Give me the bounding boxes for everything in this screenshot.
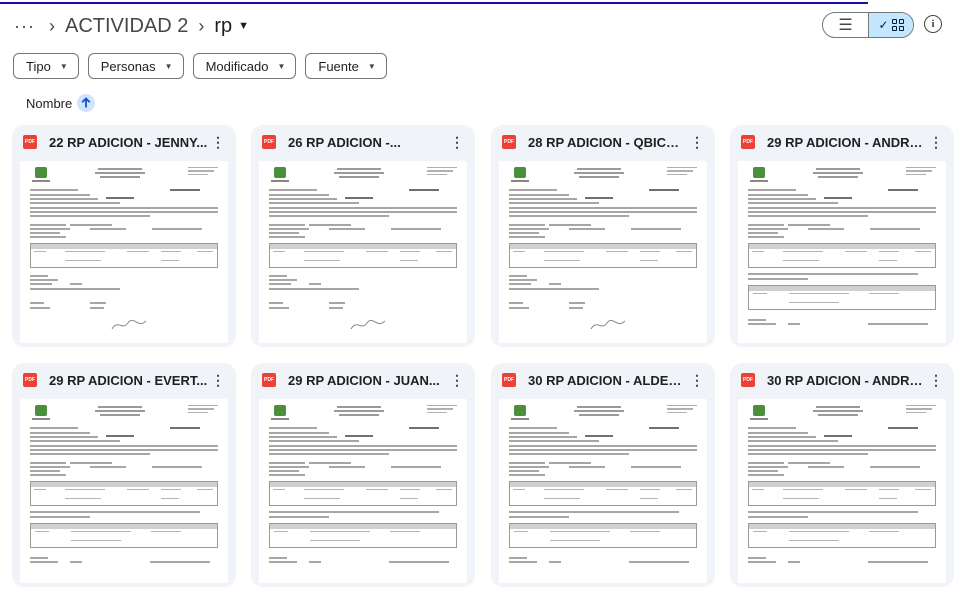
breadcrumb-current-folder[interactable]: rp ▼	[214, 15, 249, 38]
coat-of-arms-icon	[748, 405, 770, 421]
coat-of-arms-icon	[509, 167, 531, 183]
pdf-icon: PDF	[262, 135, 276, 149]
pdf-icon: PDF	[741, 373, 755, 387]
filter-label: Modificado	[205, 58, 269, 74]
view-toggle: ☰ ✓	[822, 12, 914, 38]
filter-type-chip[interactable]: Tipo ▼	[13, 53, 79, 79]
file-name: 29 RP ADICION - JUAN...	[288, 372, 440, 388]
file-thumbnail[interactable]	[738, 161, 946, 343]
caret-down-icon: ▼	[164, 61, 173, 71]
file-card[interactable]: PDF 29 RP ADICION - EVERT... ⋮	[12, 363, 236, 587]
pdf-icon: PDF	[502, 135, 516, 149]
pdf-icon: PDF	[502, 373, 516, 387]
coat-of-arms-icon	[509, 405, 531, 421]
file-card[interactable]: PDF 29 RP ADICION - JUAN... ⋮	[251, 363, 475, 587]
file-thumbnail[interactable]	[259, 161, 467, 343]
grid-view-button[interactable]: ✓	[867, 13, 913, 37]
filter-label: Personas	[100, 58, 156, 74]
breadcrumb-parent-folder[interactable]: ACTIVIDAD 2	[65, 15, 188, 38]
document-preview	[748, 405, 936, 563]
caret-down-icon: ▼	[59, 61, 68, 71]
filter-label: Tipo	[26, 58, 51, 74]
file-card-header: PDF 28 RP ADICION - QBICA.pdf ⋮	[491, 125, 715, 159]
coat-of-arms-icon	[748, 167, 770, 183]
file-thumbnail[interactable]	[20, 161, 228, 343]
file-thumbnail[interactable]	[259, 399, 467, 583]
file-card-header: PDF 22 RP ADICION - JENNY... ⋮	[12, 125, 236, 159]
arrow-up-icon[interactable]	[77, 94, 96, 112]
filter-modified-chip[interactable]: Modificado ▼	[192, 53, 297, 79]
file-name: 26 RP ADICION -...	[288, 134, 401, 150]
file-thumbnail[interactable]	[738, 399, 946, 583]
document-preview	[269, 405, 457, 563]
file-card[interactable]: PDF 22 RP ADICION - JENNY... ⋮	[12, 125, 236, 347]
breadcrumb: ··· › ACTIVIDAD 2 › rp ▼	[10, 12, 249, 40]
more-options-icon[interactable]: ⋮	[447, 372, 467, 389]
pdf-icon: PDF	[23, 373, 37, 387]
pdf-icon: PDF	[23, 135, 37, 149]
coat-of-arms-icon	[269, 167, 291, 183]
file-name: 30 RP ADICION - ALDEMAR...	[528, 372, 687, 388]
breadcrumb-more-button[interactable]: ···	[10, 16, 39, 37]
more-options-icon[interactable]: ⋮	[447, 134, 467, 151]
list-icon: ☰	[838, 17, 853, 34]
grid-icon	[891, 19, 904, 31]
file-card-header: PDF 26 RP ADICION -... ⋮	[251, 125, 475, 159]
file-card[interactable]: PDF 30 RP ADICION - ANDRES... ⋮	[730, 363, 954, 587]
more-options-icon[interactable]: ⋮	[926, 134, 946, 151]
more-options-icon[interactable]: ⋮	[687, 372, 707, 389]
file-name: 30 RP ADICION - ANDRES...	[767, 372, 926, 388]
breadcrumb-separator-icon: ›	[48, 15, 55, 36]
file-thumbnail[interactable]	[20, 399, 228, 583]
document-preview	[30, 405, 218, 563]
file-name: 22 RP ADICION - JENNY...	[49, 134, 208, 150]
sort-label: Nombre	[26, 95, 73, 111]
caret-down-icon: ▼	[238, 20, 250, 32]
signature-icon	[111, 319, 147, 330]
coat-of-arms-icon	[269, 405, 291, 421]
file-card-header: PDF 29 RP ADICION - JUAN... ⋮	[251, 363, 475, 397]
caret-down-icon: ▼	[277, 61, 286, 71]
file-card-header: PDF 30 RP ADICION - ANDRES... ⋮	[730, 363, 954, 397]
more-options-icon[interactable]: ⋮	[208, 372, 228, 389]
signature-icon	[590, 319, 626, 330]
filter-source-chip[interactable]: Fuente ▼	[305, 53, 387, 79]
file-card-header: PDF 29 RP ADICION - EVERT... ⋮	[12, 363, 236, 397]
coat-of-arms-icon	[30, 405, 52, 421]
list-view-button[interactable]: ☰	[823, 13, 868, 37]
file-card[interactable]: PDF 26 RP ADICION -... ⋮	[251, 125, 475, 347]
file-name: 29 RP ADICION - ANDREA...	[767, 134, 926, 150]
pdf-icon: PDF	[741, 135, 755, 149]
file-thumbnail[interactable]	[499, 399, 707, 583]
file-card[interactable]: PDF 28 RP ADICION - QBICA.pdf ⋮	[491, 125, 715, 347]
document-preview	[509, 405, 697, 563]
file-card[interactable]: PDF 29 RP ADICION - ANDREA... ⋮	[730, 125, 954, 347]
filter-label: Fuente	[318, 58, 359, 74]
file-thumbnail[interactable]	[499, 161, 707, 343]
signature-icon	[350, 319, 386, 330]
document-preview	[269, 167, 457, 330]
filter-bar: Tipo ▼ Personas ▼ Modificado ▼ Fuente ▼	[13, 53, 387, 79]
document-preview	[748, 167, 936, 325]
file-card-header: PDF 30 RP ADICION - ALDEMAR...⋮	[491, 363, 715, 397]
sort-by-name-button[interactable]: Nombre	[26, 94, 96, 112]
breadcrumb-separator-icon: ›	[198, 15, 205, 36]
current-folder-label: rp	[214, 14, 233, 37]
coat-of-arms-icon	[30, 167, 52, 183]
file-card-header: PDF 29 RP ADICION - ANDREA... ⋮	[730, 125, 954, 159]
top-link-underline	[0, 0, 868, 4]
document-preview	[509, 167, 697, 330]
file-name: 28 RP ADICION - QBICA.pdf	[528, 134, 687, 150]
more-options-icon[interactable]: ⋮	[926, 372, 946, 389]
check-icon: ✓	[878, 18, 889, 32]
pdf-icon: PDF	[262, 373, 276, 387]
more-options-icon[interactable]: ⋮	[687, 134, 707, 151]
file-name: 29 RP ADICION - EVERT...	[49, 372, 208, 388]
caret-down-icon: ▼	[367, 61, 376, 71]
info-icon[interactable]: i	[924, 15, 942, 33]
filter-people-chip[interactable]: Personas ▼	[87, 53, 184, 79]
more-options-icon[interactable]: ⋮	[208, 134, 228, 151]
document-preview	[30, 167, 218, 330]
file-card[interactable]: PDF 30 RP ADICION - ALDEMAR...⋮	[491, 363, 715, 587]
